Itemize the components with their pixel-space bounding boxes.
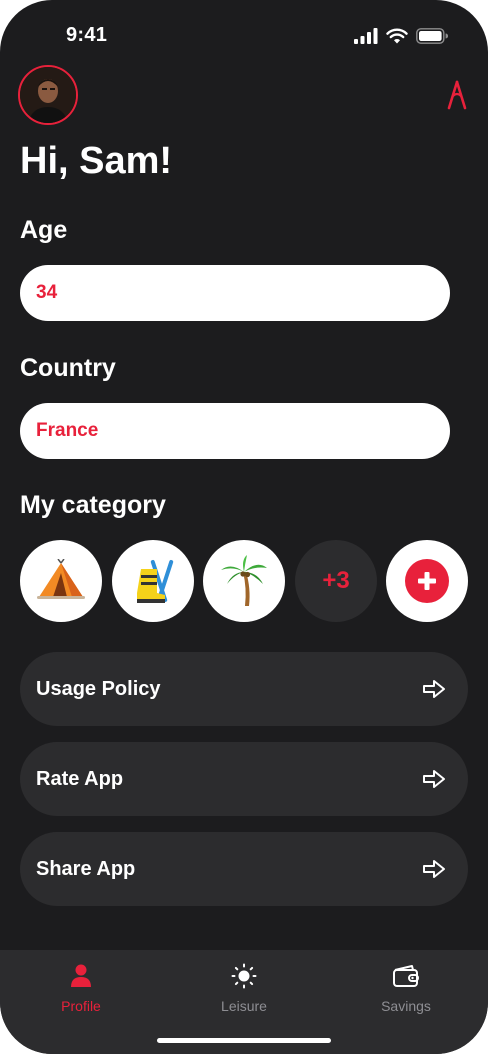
- usage-policy-label: Usage Policy: [36, 677, 161, 700]
- tent-icon: [37, 559, 85, 599]
- status-time: 9:41: [66, 24, 108, 46]
- arrow-right-icon: [423, 860, 445, 878]
- battery-icon: [416, 28, 448, 44]
- palm-tree-icon: [221, 555, 267, 606]
- signal-icon: [354, 28, 378, 44]
- tab-profile-label: Profile: [61, 998, 101, 1014]
- home-indicator: [157, 1038, 331, 1043]
- share-app-label: Share App: [36, 857, 136, 880]
- category-item-skiing[interactable]: [112, 540, 194, 622]
- wallet-icon: [393, 965, 419, 987]
- tab-savings[interactable]: Savings: [346, 962, 466, 1014]
- tab-profile[interactable]: Profile: [21, 962, 141, 1014]
- age-label: Age: [20, 216, 68, 244]
- greeting-title: Hi, Sam!: [20, 140, 173, 182]
- category-item-beach[interactable]: [203, 540, 285, 622]
- phone-screen: 9:41 Hi, Sam! Age 34 Country France My c…: [0, 0, 488, 1054]
- app-logo-icon: [447, 80, 467, 110]
- category-item-camping[interactable]: [20, 540, 102, 622]
- age-field[interactable]: [20, 265, 450, 321]
- person-icon: [71, 964, 91, 987]
- wifi-icon: [386, 28, 408, 44]
- avatar[interactable]: [18, 65, 78, 125]
- add-category-button[interactable]: [386, 540, 468, 622]
- sun-icon: [231, 963, 257, 989]
- tab-leisure-label: Leisure: [221, 998, 267, 1014]
- usage-policy-row[interactable]: Usage Policy: [20, 652, 468, 726]
- category-more-count[interactable]: +3: [295, 540, 377, 622]
- status-icons: [354, 28, 448, 44]
- tab-leisure[interactable]: Leisure: [184, 962, 304, 1014]
- arrow-right-icon: [423, 680, 445, 698]
- ski-boot-icon: [137, 559, 174, 603]
- rate-app-row[interactable]: Rate App: [20, 742, 468, 816]
- category-label: My category: [20, 491, 166, 519]
- tab-savings-label: Savings: [381, 998, 431, 1014]
- arrow-right-icon: [423, 770, 445, 788]
- rate-app-label: Rate App: [36, 767, 124, 790]
- country-label: Country: [20, 354, 116, 382]
- add-icon: [405, 559, 449, 603]
- share-app-row[interactable]: Share App: [20, 832, 468, 906]
- avatar-photo: [20, 67, 76, 123]
- country-field[interactable]: [20, 403, 450, 459]
